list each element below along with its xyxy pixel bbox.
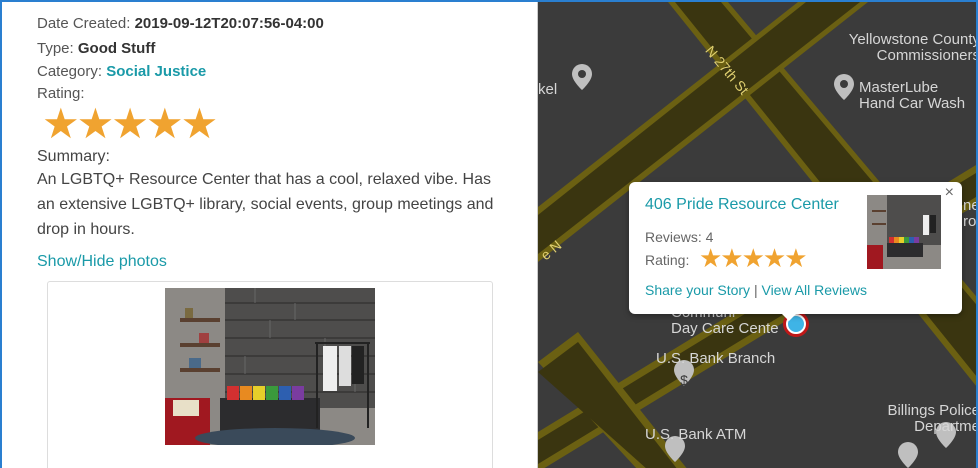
popup-rating-label: Rating:	[645, 252, 690, 268]
place-label-bank-branch: U.S. Bank Branch	[656, 350, 776, 367]
place-line: Day Care Cente	[671, 320, 779, 337]
place-line: Departme	[914, 418, 978, 435]
place-label-bank-atm: U.S. Bank ATM	[645, 426, 747, 443]
window-frame: Date Created: 2019-09-12T20:07:56-04:00 …	[0, 0, 978, 468]
show-hide-photos-link[interactable]: Show/Hide photos	[37, 253, 167, 271]
date-created: Date Created: 2019-09-12T20:07:56-04:00	[37, 14, 324, 34]
summary-text: An LGBTQ+ Resource Center that has a coo…	[37, 171, 494, 238]
popup-links: Share your Story | View All Reviews	[645, 282, 867, 298]
place-label-kel: kel	[538, 81, 558, 98]
close-icon[interactable]: ×	[945, 184, 954, 202]
popup-rating-stars: ★★★★★	[699, 243, 808, 273]
place-info-popup: 406 Pride Resource Center × Reviews: 4 R…	[629, 182, 962, 321]
place-label-partial-ne: ne	[963, 197, 976, 214]
rating-stars: ★★★★★	[42, 100, 218, 147]
photo-gallery	[47, 281, 493, 468]
link-separator: |	[753, 282, 758, 298]
category-value: Social Justice	[106, 63, 207, 80]
place-line: Yellowstone County	[848, 31, 978, 48]
type-label: Type:	[37, 40, 78, 57]
place-label-masterlube: MasterLube Hand Car Wash	[859, 80, 965, 112]
place-line: MasterLube	[859, 79, 939, 96]
view-all-reviews-link[interactable]: View All Reviews	[761, 282, 867, 298]
category-label: Category:	[37, 63, 107, 80]
date-created-label: Date Created:	[37, 15, 135, 32]
place-line: Billings Police	[887, 402, 978, 419]
type-value: Good Stuff	[77, 40, 156, 57]
popup-title[interactable]: 406 Pride Resource Center	[645, 196, 839, 214]
popup-thumbnail	[867, 195, 941, 269]
details-panel: Date Created: 2019-09-12T20:07:56-04:00 …	[2, 2, 537, 468]
place-label-yellowstone: Yellowstone County Commissioners	[830, 31, 978, 64]
popup-pointer	[779, 311, 799, 321]
summary-label: Summary:	[37, 148, 110, 165]
place-label-police: Billings Police Departme	[873, 402, 978, 435]
place-label-partial-ro: ro	[963, 213, 977, 230]
category-row: Category: Social Justice	[37, 62, 206, 82]
share-story-link[interactable]: Share your Story	[645, 282, 750, 298]
date-created-value: 2019-09-12T20:07:56-04:00	[134, 15, 324, 32]
svg-text:$: $	[680, 372, 688, 388]
type-row: Type: Good Stuff	[37, 39, 155, 59]
resource-center-photo[interactable]	[165, 288, 375, 445]
place-line: Commissioners	[876, 47, 978, 64]
place-line: Hand Car Wash	[859, 95, 966, 112]
